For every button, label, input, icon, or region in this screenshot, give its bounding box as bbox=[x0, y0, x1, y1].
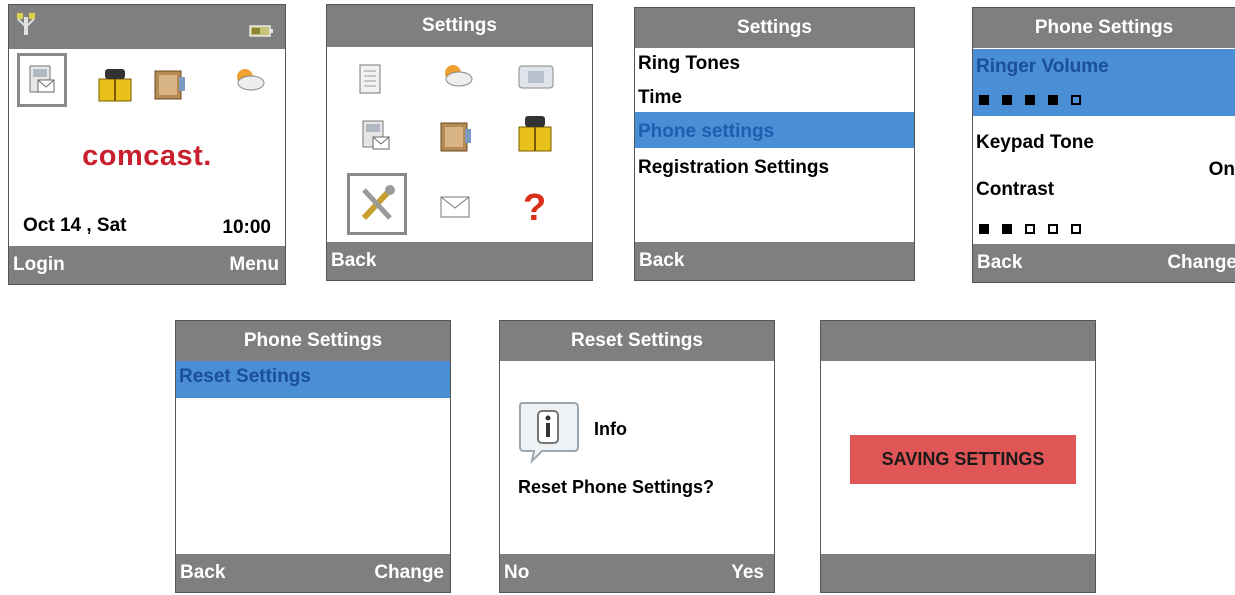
ringer-volume-meter[interactable] bbox=[979, 91, 1094, 109]
battery-icon bbox=[249, 22, 275, 44]
contrast-segment bbox=[1002, 223, 1012, 234]
screen-title: Settings bbox=[737, 17, 812, 38]
comcast-logo: comcast. bbox=[82, 140, 212, 172]
phone-settings-screen: Phone Settings Ringer Volume Keypad Tone… bbox=[972, 7, 1235, 283]
phone-book-icon[interactable] bbox=[515, 113, 555, 158]
softkey-back[interactable]: Back bbox=[180, 554, 225, 592]
contrast-segment bbox=[1071, 223, 1081, 234]
ringer-volume-segment bbox=[979, 94, 989, 105]
contrast-segment bbox=[1048, 223, 1058, 234]
contrast-segment bbox=[979, 223, 989, 234]
keypad-tone-value: On bbox=[1208, 159, 1235, 180]
title-bar: Settings bbox=[635, 8, 914, 48]
softkey-bar: Back bbox=[635, 242, 914, 280]
menu-item-time[interactable]: Time bbox=[638, 87, 682, 109]
ringer-volume-segment bbox=[1025, 94, 1035, 105]
confirm-question: Reset Phone Settings? bbox=[518, 477, 715, 497]
softkey-bar: Back Change bbox=[973, 244, 1235, 282]
home-screen: comcast. Oct 14 , Sat 10:00 Login Menu bbox=[8, 4, 286, 285]
softkey-back[interactable]: Back bbox=[331, 242, 376, 280]
menu-item-registration-settings[interactable]: Registration Settings bbox=[638, 157, 829, 179]
title-bar: Reset Settings bbox=[500, 321, 774, 361]
menu-item-reset-settings[interactable]: Reset Settings bbox=[179, 366, 311, 388]
signal-antenna-icon bbox=[15, 11, 37, 43]
notepad-icon[interactable] bbox=[357, 63, 383, 100]
softkey-change[interactable]: Change bbox=[374, 554, 444, 592]
softkey-bar bbox=[821, 554, 1095, 592]
notebook-icon[interactable] bbox=[151, 67, 187, 106]
softkey-back[interactable]: Back bbox=[639, 242, 684, 280]
softkey-back[interactable]: Back bbox=[977, 244, 1022, 282]
softkey-bar: No Yes bbox=[500, 554, 774, 592]
weather-icon[interactable] bbox=[439, 63, 475, 94]
contacts-card-icon[interactable] bbox=[359, 117, 393, 162]
menu-item-ring-tones[interactable]: Ring Tones bbox=[638, 53, 740, 75]
softkey-bar: Back Change bbox=[176, 554, 450, 592]
screen-title: Phone Settings bbox=[243, 330, 383, 351]
title-bar: Settings bbox=[327, 5, 592, 47]
phone-settings-reset-screen: Phone Settings Reset Settings Back Chang… bbox=[175, 320, 451, 593]
ringer-volume-segment bbox=[1071, 94, 1081, 105]
saving-screen: SAVING SETTINGS bbox=[820, 320, 1096, 593]
contrast-segment bbox=[1025, 223, 1035, 234]
title-bar: Phone Settings bbox=[176, 321, 450, 361]
contacts-card-icon[interactable] bbox=[17, 53, 67, 107]
saving-message: SAVING SETTINGS bbox=[881, 449, 1045, 469]
info-label: Info bbox=[594, 419, 627, 439]
menu-item-phone-settings[interactable]: Phone settings bbox=[638, 121, 774, 143]
info-icon bbox=[516, 399, 582, 470]
phone-book-icon[interactable] bbox=[95, 67, 135, 108]
softkey-login[interactable]: Login bbox=[13, 246, 65, 284]
softkey-menu[interactable]: Menu bbox=[229, 246, 279, 284]
status-bar bbox=[9, 5, 285, 49]
settings-screen: Settings Ring Tones Time Phone settings … bbox=[634, 7, 915, 281]
contrast-meter[interactable] bbox=[979, 220, 1094, 238]
keypad-tone-label[interactable]: Keypad Tone bbox=[976, 132, 1094, 154]
screen-title: Reset Settings bbox=[571, 330, 703, 351]
notebook-icon[interactable] bbox=[437, 119, 473, 158]
help-icon[interactable]: ? bbox=[523, 189, 546, 227]
envelope-icon[interactable] bbox=[439, 195, 471, 224]
softkey-bar: Back bbox=[327, 242, 592, 280]
date-label: Oct 14 , Sat bbox=[23, 215, 127, 236]
contrast-label[interactable]: Contrast bbox=[976, 179, 1054, 201]
screen-title: Settings bbox=[422, 15, 497, 36]
time-label: 10:00 bbox=[222, 217, 271, 238]
ringer-volume-segment bbox=[1048, 94, 1058, 105]
ringer-volume-segment bbox=[1002, 94, 1012, 105]
weather-icon[interactable] bbox=[231, 67, 267, 98]
menu-screen: Settings ? Back bbox=[326, 4, 593, 281]
media-icon[interactable] bbox=[517, 63, 555, 96]
softkey-yes[interactable]: Yes bbox=[731, 554, 764, 592]
title-bar: Phone Settings bbox=[973, 8, 1235, 48]
softkey-no[interactable]: No bbox=[504, 554, 529, 592]
softkey-bar: Login Menu bbox=[9, 246, 285, 284]
screen-title: Phone Settings bbox=[1034, 17, 1174, 38]
softkey-change[interactable]: Change bbox=[1167, 244, 1235, 282]
settings-tools-icon[interactable] bbox=[347, 173, 407, 235]
title-bar bbox=[821, 321, 1095, 361]
reset-confirm-screen: Reset Settings Info Reset Phone Settings… bbox=[499, 320, 775, 593]
ringer-volume-label[interactable]: Ringer Volume bbox=[976, 56, 1109, 78]
saving-banner: SAVING SETTINGS bbox=[850, 435, 1076, 484]
